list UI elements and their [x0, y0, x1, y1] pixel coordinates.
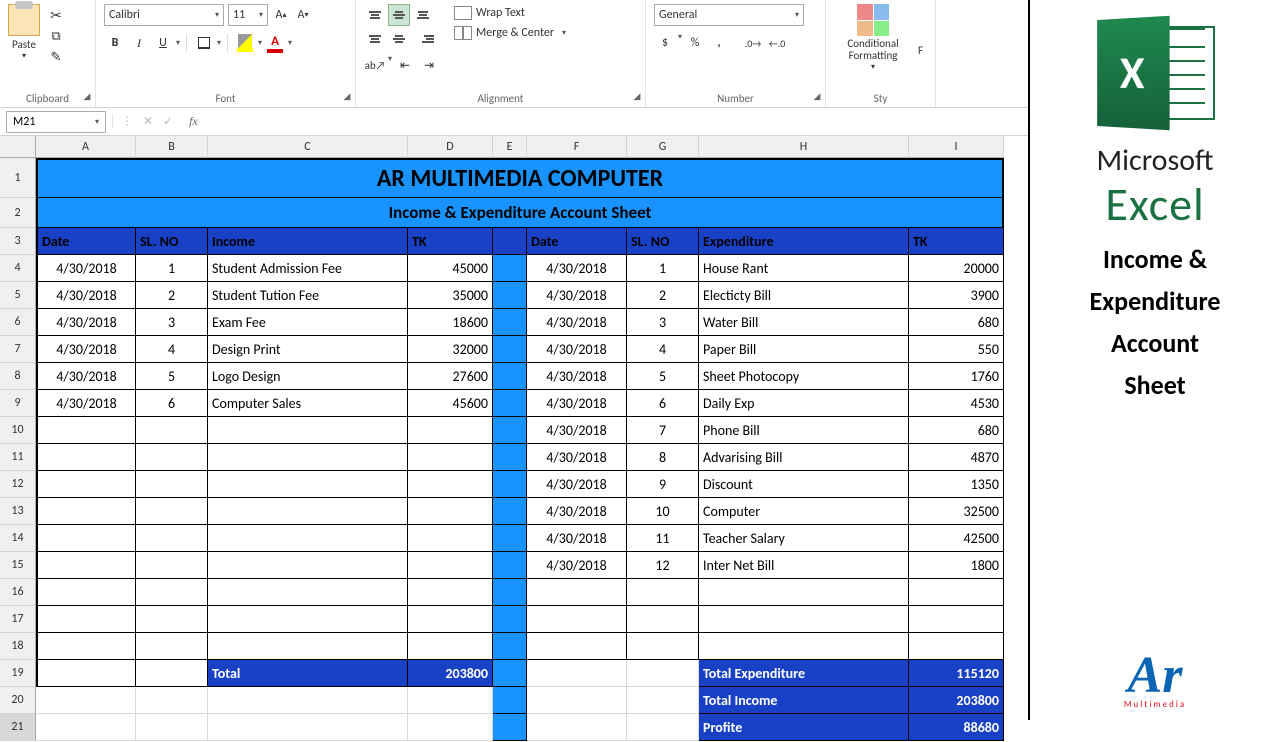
increase-decimal-button[interactable]: .0→ [742, 32, 764, 54]
microsoft-label: Microsoft [1096, 142, 1213, 179]
merge-icon [454, 26, 472, 40]
alignment-group-label: Alignment [364, 90, 637, 105]
orientation-button[interactable]: ab↗ [364, 54, 386, 76]
fx-label[interactable]: fx [181, 114, 206, 129]
number-group-label: Number [654, 90, 817, 105]
percent-format-button[interactable]: % [684, 32, 706, 54]
column-headers[interactable]: ABCDEFGHI [36, 136, 1004, 158]
font-name-select[interactable]: Calibri▾ [104, 4, 224, 26]
formula-bar: M21▾ ⋮ ✕ ✓ fx [0, 108, 1028, 136]
select-all-corner[interactable] [0, 136, 36, 158]
clipboard-dialog-launcher[interactable]: ◢ [81, 91, 93, 103]
borders-button[interactable] [193, 32, 215, 54]
align-left-button[interactable] [364, 28, 386, 50]
conditional-formatting-button[interactable]: Conditional Formatting ▾ [834, 4, 912, 90]
merge-center-button[interactable]: Merge & Center▾ [454, 26, 566, 40]
font-size-select[interactable]: 11▾ [228, 4, 268, 26]
fill-color-button[interactable] [234, 32, 256, 54]
format-painter-button[interactable]: ✎ [46, 48, 66, 66]
wrap-text-button[interactable]: Wrap Text [454, 6, 566, 20]
align-middle-button[interactable] [388, 4, 410, 26]
formula-enter-button[interactable]: ✓ [163, 114, 173, 129]
styles-group-label: Sty [834, 90, 927, 105]
bold-button[interactable]: B [104, 32, 126, 54]
wrap-text-icon [454, 6, 472, 20]
side-panel: X Microsoft Excel Income & Expenditure A… [1030, 0, 1280, 720]
excel-logo-icon: X [1095, 18, 1215, 128]
ar-logo: Ar [1128, 646, 1183, 705]
grow-font-button[interactable]: A▴ [272, 6, 290, 24]
italic-button[interactable]: I [128, 32, 150, 54]
underline-button[interactable]: U [152, 32, 174, 54]
spreadsheet-grid[interactable]: AR MULTIMEDIA COMPUTERIncome & Expenditu… [36, 158, 1028, 742]
ribbon: Paste ▾ ✂ ⧉ ✎ Clipboard ◢ Calibri▾ 11▾ A… [0, 0, 1028, 108]
clipboard-group-label: Clipboard [8, 90, 87, 105]
paste-button[interactable]: Paste ▾ [8, 4, 40, 90]
excel-label: Excel [1105, 177, 1204, 233]
formula-cancel-button[interactable]: ✕ [143, 114, 153, 129]
row-headers[interactable]: 123456789101112131415161718192021 [0, 158, 36, 742]
comma-format-button[interactable]: , [708, 32, 730, 54]
alignment-dialog-launcher[interactable]: ◢ [631, 91, 643, 103]
decrease-decimal-button[interactable]: ←.0 [766, 32, 788, 54]
cut-button[interactable]: ✂ [46, 6, 66, 24]
font-color-button[interactable]: A [264, 32, 286, 54]
font-dialog-launcher[interactable]: ◢ [341, 91, 353, 103]
accounting-format-button[interactable]: $ [654, 32, 676, 54]
formula-insert-button[interactable]: ⋮ [121, 114, 133, 129]
shrink-font-button[interactable]: A▾ [294, 6, 312, 24]
align-top-button[interactable] [364, 4, 386, 26]
align-right-button[interactable] [412, 28, 434, 50]
align-center-button[interactable] [388, 28, 410, 50]
number-dialog-launcher[interactable]: ◢ [811, 91, 823, 103]
increase-indent-button[interactable]: ⇥ [418, 54, 440, 76]
decrease-indent-button[interactable]: ⇤ [394, 54, 416, 76]
formula-input[interactable] [206, 111, 1028, 133]
clipboard-icon [8, 4, 40, 36]
excel-window: Paste ▾ ✂ ⧉ ✎ Clipboard ◢ Calibri▾ 11▾ A… [0, 0, 1030, 720]
copy-button[interactable]: ⧉ [46, 27, 66, 45]
font-group-label: Font [104, 90, 347, 105]
align-bottom-button[interactable] [412, 4, 434, 26]
conditional-formatting-icon [857, 4, 889, 36]
number-format-select[interactable]: General▾ [654, 4, 804, 26]
format-as-table-button[interactable]: F [918, 4, 923, 90]
name-box[interactable]: M21▾ [6, 111, 106, 133]
